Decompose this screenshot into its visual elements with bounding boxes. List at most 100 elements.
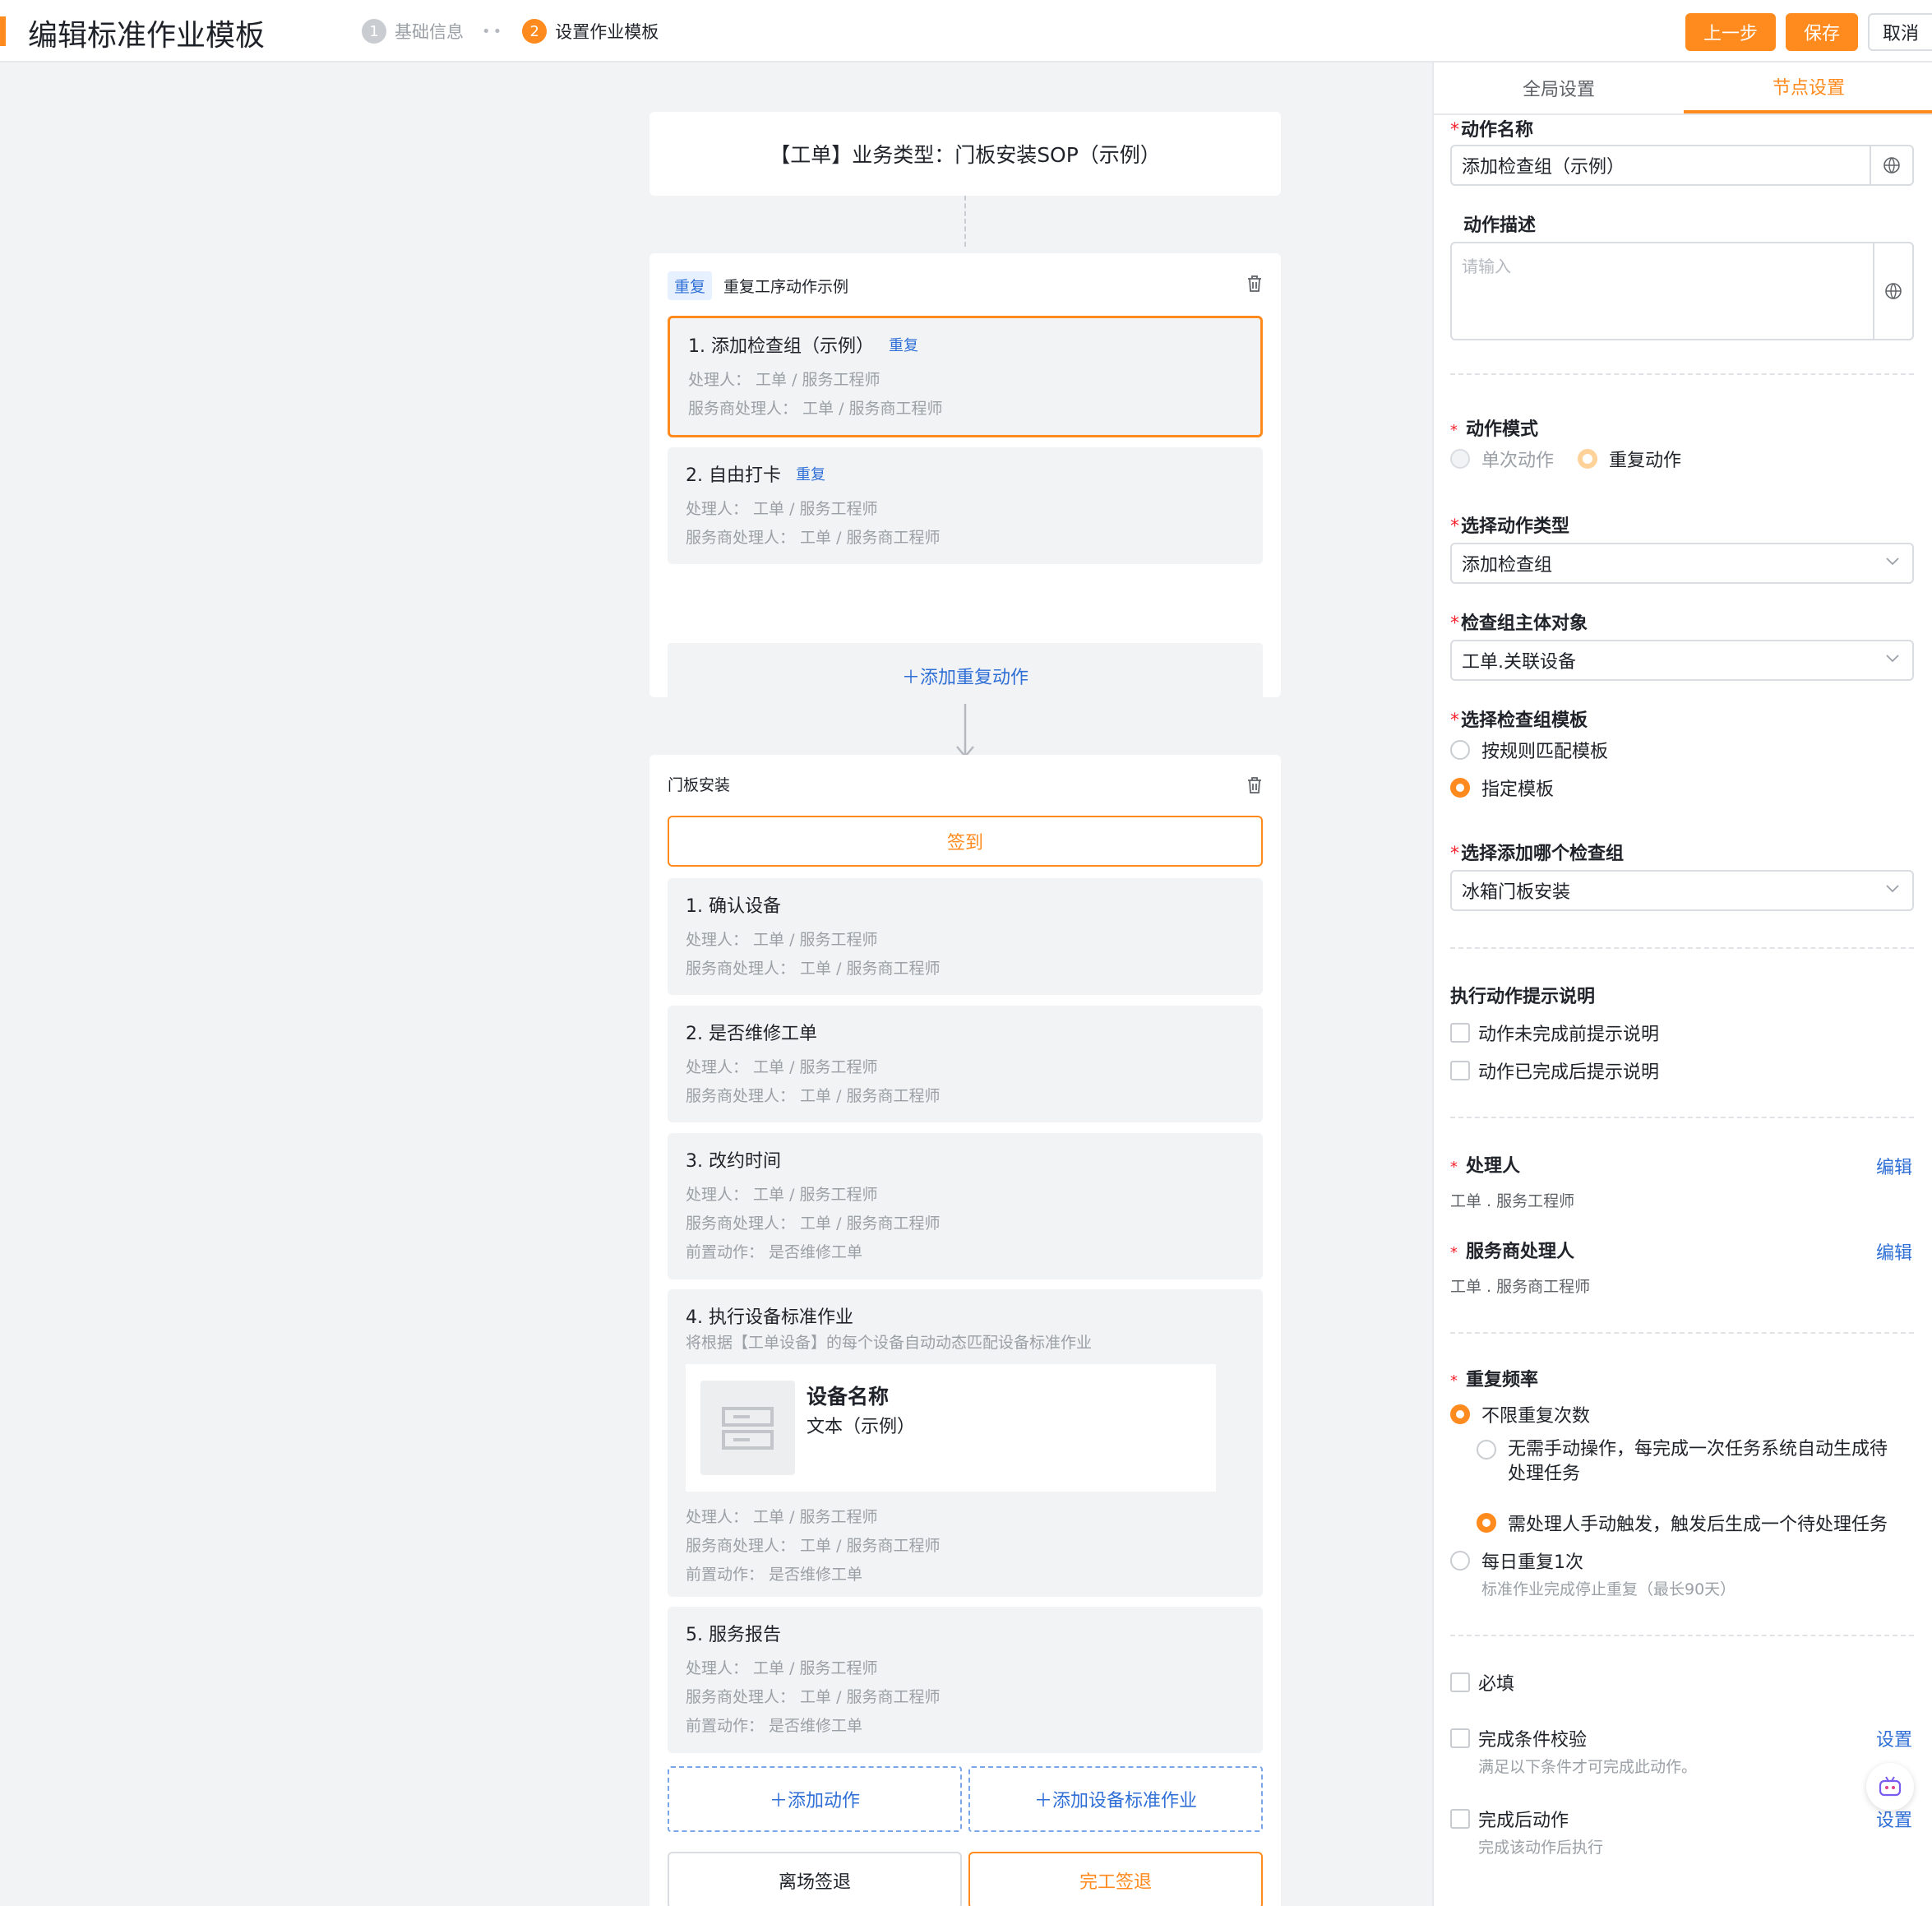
handler-line: 处理人： 工单 / 服务工程师: [686, 1659, 878, 1677]
required-checkbox[interactable]: 必填: [1450, 1669, 1514, 1696]
edit-sp-handler-link[interactable]: 编辑: [1876, 1238, 1912, 1265]
pre-action-line: 前置动作： 是否维修工单: [686, 1717, 863, 1735]
radio-circle: [1477, 1440, 1496, 1460]
option-label: 必填: [1478, 1674, 1515, 1695]
add-repeat-action-button[interactable]: ＋添加重复动作: [668, 643, 1263, 709]
label-text: 选择添加哪个检查组: [1461, 844, 1625, 864]
leave-checkout-button[interactable]: 离场签退: [668, 1852, 962, 1906]
section-title: 重复工序动作示例: [723, 278, 849, 296]
freq-auto-radio[interactable]: 无需手动操作，每完成一次任务系统自动生成待处理任务: [1477, 1437, 1904, 1487]
mode-repeat-radio[interactable]: 重复动作: [1578, 446, 1681, 472]
trash-icon[interactable]: [1246, 275, 1263, 293]
after-action-checkbox[interactable]: 完成后动作: [1450, 1806, 1569, 1832]
checkin-button[interactable]: 签到: [668, 816, 1263, 867]
device-text: 文本（示例）: [807, 1417, 916, 1437]
complete-check-setting-link[interactable]: 设置: [1876, 1725, 1912, 1751]
action-card[interactable]: 2. 是否维修工单 处理人： 工单 / 服务工程师 服务商处理人： 工单 / 服…: [668, 1006, 1263, 1122]
top-header: 编辑标准作业模板 1 基础信息 •• 2 设置作业模板 上一步 保存 取消: [0, 0, 1932, 62]
action-card[interactable]: 1. 添加检查组（示例） 重复 处理人： 工单 / 服务工程师 服务商处理人： …: [668, 316, 1263, 437]
option-label: 按规则匹配模板: [1481, 742, 1609, 762]
label-text: 服务商处理人: [1466, 1242, 1575, 1262]
option-label: 单次动作: [1481, 451, 1555, 471]
finish-checkout-button[interactable]: 完工签退: [968, 1852, 1263, 1906]
handler-line: 处理人： 工单 / 服务工程师: [686, 931, 878, 949]
option-label: 需处理人手动触发，触发后生成一个待处理任务: [1508, 1515, 1888, 1535]
hint-after-checkbox[interactable]: 动作已完成后提示说明: [1450, 1057, 1659, 1084]
label-text: 动作名称: [1461, 120, 1534, 141]
label-text: 选择检查组模板: [1461, 710, 1588, 731]
sp-handler-line: 服务商处理人： 工单 / 服务商工程师: [686, 529, 941, 547]
globe-icon[interactable]: [1873, 243, 1912, 339]
tab-global-settings[interactable]: 全局设置: [1434, 62, 1684, 113]
option-label: 不限重复次数: [1481, 1406, 1591, 1427]
divider: [1450, 1332, 1914, 1334]
option-label: 完成后动作: [1478, 1811, 1569, 1831]
action-card[interactable]: 5. 服务报告 处理人： 工单 / 服务工程师 服务商处理人： 工单 / 服务商…: [668, 1607, 1263, 1753]
sp-handler-line: 服务商处理人： 工单 / 服务商工程师: [686, 1537, 941, 1555]
action-card[interactable]: 4. 执行设备标准作业 将根据【工单设备】的每个设备自动动态匹配设备标准作业 设…: [668, 1289, 1263, 1597]
sp-handler-value: 工单 . 服务商工程师: [1450, 1278, 1591, 1296]
repeat-tag: 重复: [795, 466, 825, 483]
which-group-select[interactable]: 冰箱门板安装: [1450, 870, 1914, 911]
add-action-button[interactable]: ＋添加动作: [668, 1766, 962, 1832]
action-title-row: 1. 添加检查组（示例） 重复: [688, 331, 1242, 358]
template-rule-radio[interactable]: 按规则匹配模板: [1450, 737, 1608, 763]
cancel-button[interactable]: 取消: [1867, 13, 1932, 51]
device-icon: [722, 1407, 774, 1450]
prev-step-button[interactable]: 上一步: [1685, 13, 1776, 51]
subject-select[interactable]: 工单.关联设备: [1450, 640, 1914, 681]
template-specified-radio[interactable]: 指定模板: [1450, 775, 1554, 801]
mode-single-radio[interactable]: 单次动作: [1450, 446, 1554, 472]
required-mark: *: [1450, 516, 1459, 537]
edit-handler-link[interactable]: 编辑: [1876, 1153, 1912, 1179]
option-label: 每日重复1次: [1481, 1552, 1583, 1573]
required-mark: *: [1450, 120, 1459, 141]
save-button[interactable]: 保存: [1785, 13, 1858, 51]
globe-icon[interactable]: [1870, 146, 1912, 184]
freq-daily-note: 标准作业完成停止重复（最长90天）: [1481, 1580, 1736, 1598]
action-desc-textarea[interactable]: 请输入: [1450, 242, 1914, 340]
sp-handler-line: 服务商处理人： 工单 / 服务商工程师: [688, 400, 943, 418]
trash-icon[interactable]: [1246, 776, 1263, 794]
complete-check-checkbox[interactable]: 完成条件校验: [1450, 1725, 1587, 1751]
checkbox-box: [1450, 1809, 1470, 1829]
handler-line: 处理人： 工单 / 服务工程师: [686, 500, 878, 518]
repeat-tag: 重复: [888, 337, 918, 354]
hint-before-checkbox[interactable]: 动作未完成前提示说明: [1450, 1020, 1659, 1046]
subject-label: *检查组主体对象: [1450, 608, 1588, 635]
section-title: 门板安装: [668, 776, 731, 794]
freq-manual-radio[interactable]: 需处理人手动触发，触发后生成一个待处理任务: [1477, 1510, 1888, 1536]
checkbox-box: [1450, 1672, 1470, 1692]
add-device-job-button[interactable]: ＋添加设备标准作业: [968, 1766, 1263, 1832]
handler-line: 处理人： 工单 / 服务工程师: [686, 1508, 878, 1526]
settings-panel: 全局设置 节点设置 *动作名称 添加检查组（示例） 动作描述 请输入 * 动作模式…: [1432, 62, 1932, 1906]
tab-node-settings[interactable]: 节点设置: [1684, 62, 1932, 113]
device-name: 设备名称: [807, 1385, 890, 1409]
option-label: 指定模板: [1481, 780, 1555, 800]
pre-action-line: 前置动作： 是否维修工单: [686, 1566, 863, 1584]
page-title: 编辑标准作业模板: [28, 19, 266, 53]
option-label: 无需手动操作，每完成一次任务系统自动生成待处理任务: [1508, 1439, 1888, 1484]
freq-unlimited-radio[interactable]: 不限重复次数: [1450, 1401, 1590, 1427]
assistant-robot-icon[interactable]: [1866, 1763, 1914, 1811]
panel-tabs: 全局设置 节点设置: [1434, 62, 1932, 115]
action-card[interactable]: 1. 确认设备 处理人： 工单 / 服务工程师 服务商处理人： 工单 / 服务商…: [668, 878, 1263, 995]
step-label: 设置作业模板: [555, 22, 659, 42]
action-type-select[interactable]: 添加检查组: [1450, 543, 1914, 584]
complete-check-note: 满足以下条件才可完成此动作。: [1478, 1758, 1698, 1776]
action-title: 1. 确认设备: [686, 896, 781, 917]
required-mark: *: [1450, 613, 1459, 634]
chevron-down-icon: [1886, 557, 1899, 566]
template-title-card[interactable]: 【工单】业务类型：门板安装SOP（示例）: [649, 112, 1281, 196]
accent-bar: [0, 16, 6, 46]
action-card[interactable]: 2. 自由打卡 重复 处理人： 工单 / 服务工程师 服务商处理人： 工单 / …: [668, 447, 1263, 564]
select-value: 工单.关联设备: [1462, 652, 1576, 673]
step-basic-info[interactable]: 1 基础信息: [362, 19, 464, 44]
action-card[interactable]: 3. 改约时间 处理人： 工单 / 服务工程师 服务商处理人： 工单 / 服务商…: [668, 1133, 1263, 1279]
action-name-input[interactable]: 添加检查组（示例）: [1450, 145, 1914, 186]
action-desc-label: 动作描述: [1463, 215, 1537, 236]
option-label: 动作已完成后提示说明: [1478, 1062, 1660, 1083]
freq-daily-radio[interactable]: 每日重复1次: [1450, 1547, 1583, 1574]
step-template-settings[interactable]: 2 设置作业模板: [522, 19, 659, 44]
handler-line: 处理人： 工单 / 服务工程师: [688, 371, 880, 389]
